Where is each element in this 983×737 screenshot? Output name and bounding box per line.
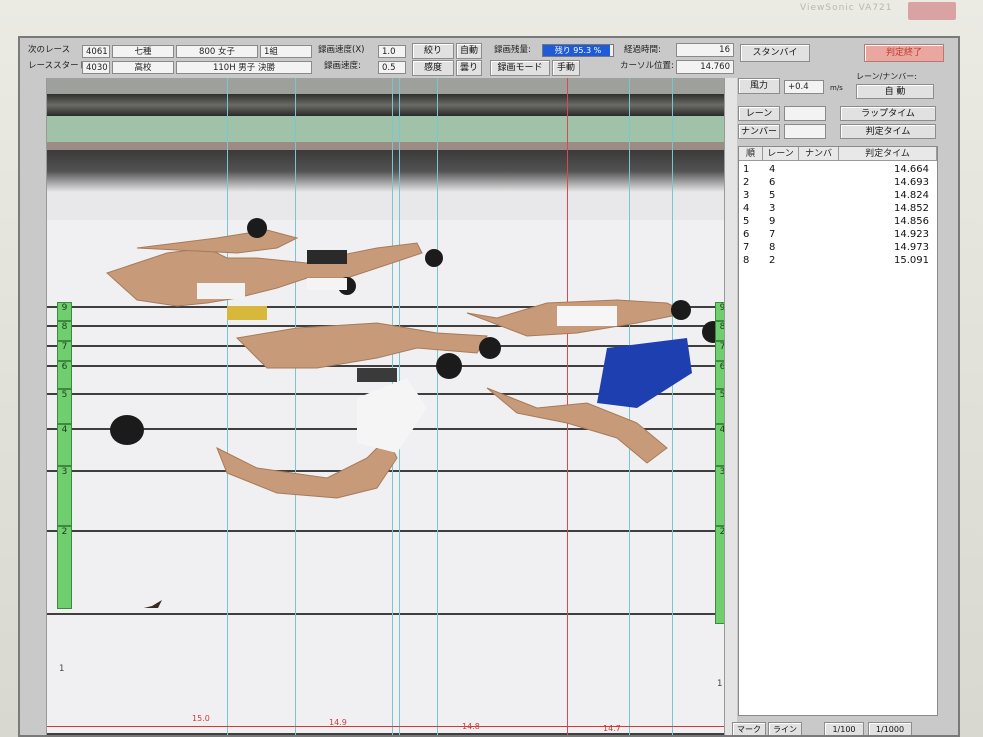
- rec-speed-field[interactable]: 0.5: [378, 61, 406, 74]
- results-header-lane: レーン: [763, 147, 799, 161]
- time-mark: 15.0: [192, 714, 210, 723]
- next-race-event: 800 女子: [176, 45, 258, 58]
- race-start-no: 4030: [82, 61, 110, 74]
- judge-time-button[interactable]: 判定タイム: [840, 124, 936, 139]
- number-button[interactable]: ナンバー: [738, 124, 780, 139]
- results-row[interactable]: 8 2 15.091: [739, 254, 937, 267]
- time-mark: 14.9: [329, 718, 347, 727]
- results-header-time: 判定タイム: [839, 147, 937, 161]
- wind-unit: m/s: [830, 84, 843, 92]
- lap-time-button[interactable]: ラップタイム: [840, 106, 936, 121]
- next-race-heat: 1組: [260, 45, 312, 58]
- photo-finish-screen: 次のレース 4061 七種 800 女子 1組 レーススタート: 4030 高校…: [18, 36, 960, 737]
- image-top-band: [47, 78, 725, 94]
- number-field[interactable]: [784, 124, 826, 139]
- lane-box-left: 9: [57, 302, 72, 321]
- judge-end-button[interactable]: 判定終了: [864, 44, 944, 62]
- wind-button[interactable]: 風力: [738, 78, 780, 94]
- lane-number-label: レーン/ナンバー:: [856, 72, 917, 81]
- results-row[interactable]: 7 8 14.973: [739, 241, 937, 254]
- lane-box-left: 2: [57, 526, 72, 609]
- time-mark: 14.7: [603, 724, 621, 733]
- results-row[interactable]: 3 5 14.824: [739, 189, 937, 202]
- results-table: 順 レーン ナンバ 判定タイム 1 4 14.664 2 6 14.693 3 5 14.8…: [738, 146, 938, 716]
- rec-remaining-label: 録画残量:: [494, 45, 531, 55]
- lane-field[interactable]: [784, 106, 826, 121]
- cursor-label: カーソル位置:: [620, 61, 674, 71]
- image-scrollbar[interactable]: [724, 78, 737, 735]
- photo-finish-image[interactable]: 9 8 7 6 5 4 3 2 1 9 8 7 6 5 4 3 2 1 15.0…: [46, 78, 725, 735]
- results-header-rank: 順: [739, 147, 763, 161]
- image-stand-band: [47, 142, 725, 150]
- rec-speed-label: 録画速度:: [324, 61, 361, 71]
- mark-button[interactable]: マーク: [732, 722, 766, 735]
- aperture-auto-button[interactable]: 自動: [456, 43, 482, 59]
- top-control-bar: 次のレース 4061 七種 800 女子 1組 レーススタート: 4030 高校…: [20, 38, 944, 76]
- race-start-event: 110H 男子 決勝: [176, 61, 312, 74]
- results-row[interactable]: 5 9 14.856: [739, 215, 937, 228]
- monitor-badge: [908, 2, 956, 20]
- runner-silhouettes: [106, 218, 724, 608]
- lane-box-left: 7: [57, 341, 72, 361]
- rec-remaining-text: 残り 95.3 %: [554, 46, 602, 55]
- lane-1-right-label: 1: [717, 679, 723, 689]
- next-race-cat: 七種: [112, 45, 174, 58]
- lane-box-left: 6: [57, 361, 72, 389]
- elapsed-value: 16: [676, 43, 734, 57]
- lane-line: [47, 613, 725, 615]
- lane-box-left: 4: [57, 424, 72, 466]
- rec-mode-button[interactable]: 録画モード: [490, 60, 550, 76]
- scale-100-button[interactable]: 1/100: [824, 722, 864, 735]
- aperture-button[interactable]: 絞り: [412, 43, 454, 59]
- elapsed-label: 経過時間:: [624, 45, 661, 55]
- results-row[interactable]: 1 4 14.664: [739, 163, 937, 176]
- line-button[interactable]: ライン: [768, 722, 802, 735]
- image-dark-band: [47, 94, 725, 116]
- rec-remaining-bar: 残り 95.3 %: [542, 44, 614, 57]
- lane-button[interactable]: レーン: [738, 106, 780, 121]
- results-row[interactable]: 2 6 14.693: [739, 176, 937, 189]
- results-header-number: ナンバ: [799, 147, 839, 161]
- rec-mode-value[interactable]: 手動: [552, 60, 580, 76]
- lane-box-left: 5: [57, 389, 72, 424]
- wind-value[interactable]: +0.4: [784, 80, 824, 94]
- sensitivity-mode-button[interactable]: 曇り: [456, 60, 482, 76]
- race-start-label: レーススタート:: [28, 61, 90, 71]
- image-green-band: [47, 116, 725, 142]
- lane-box-left: 8: [57, 321, 72, 341]
- rec-speed-x-field[interactable]: 1.0: [378, 45, 406, 58]
- lane-1-left-label: 1: [59, 664, 65, 674]
- next-race-label: 次のレース: [28, 45, 71, 55]
- standby-button[interactable]: スタンバイ: [740, 44, 810, 62]
- rec-speed-x-label: 録画速度(X): [318, 45, 365, 55]
- lane-number-mode[interactable]: 自 動: [856, 84, 934, 99]
- sensitivity-button[interactable]: 感度: [412, 60, 454, 76]
- results-row[interactable]: 6 7 14.923: [739, 228, 937, 241]
- race-start-cat: 高校: [112, 61, 174, 74]
- monitor-brand: ViewSonic VA721: [800, 3, 893, 13]
- lane-box-left: 3: [57, 466, 72, 526]
- time-scale: [47, 726, 725, 735]
- scale-1000-button[interactable]: 1/1000: [868, 722, 912, 735]
- next-race-no: 4061: [82, 45, 110, 58]
- cursor-value: 14.760: [676, 60, 734, 74]
- time-mark: 14.8: [462, 722, 480, 731]
- results-row[interactable]: 4 3 14.852: [739, 202, 937, 215]
